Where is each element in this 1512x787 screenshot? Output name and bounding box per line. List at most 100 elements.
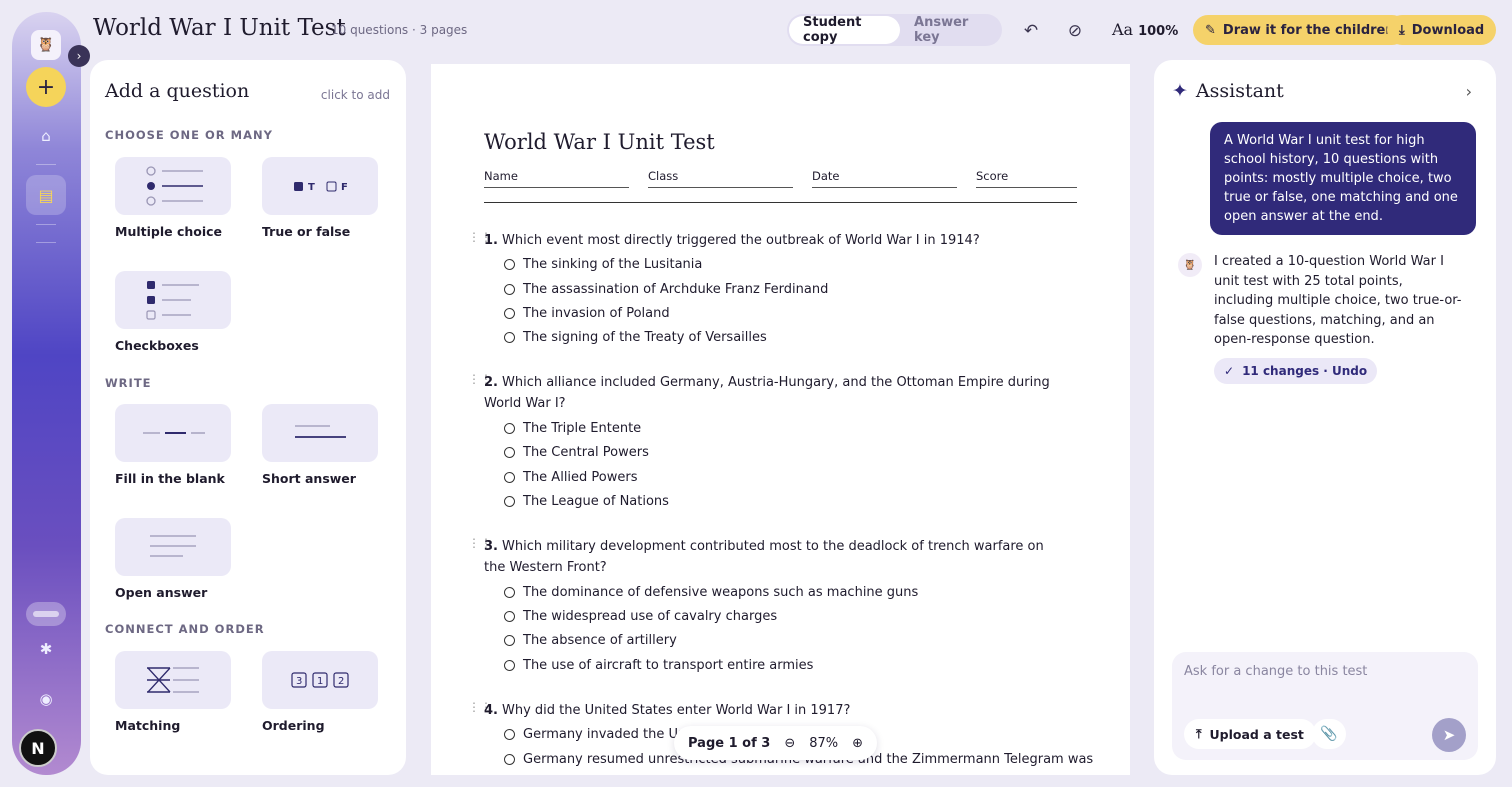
multiple-choice-thumbnail (115, 157, 231, 215)
upload-label: Upload a test (1209, 726, 1304, 742)
card-true-false[interactable]: T F True or false (262, 157, 378, 261)
page-title: World War I Unit Test (93, 15, 346, 41)
paperclip-icon[interactable]: 📎 (1312, 719, 1346, 749)
option[interactable]: The League of Nations (504, 494, 669, 509)
radio-icon (504, 472, 515, 483)
option-text: The Allied Powers (523, 470, 638, 485)
option[interactable]: The sinking of the Lusitania (504, 257, 702, 272)
assistant-title: Assistant (1195, 80, 1284, 102)
compass-icon[interactable]: ⊘ (1064, 20, 1086, 42)
card-checkboxes-label: Checkboxes (115, 338, 199, 353)
user-message: A World War I unit test for high school … (1210, 122, 1476, 235)
field-date: Date (812, 169, 957, 188)
card-short-answer-label: Short answer (262, 471, 356, 486)
option[interactable]: The widespread use of cavalry charges (504, 609, 777, 624)
radio-icon (504, 587, 515, 598)
question-text: Which alliance included Germany, Austria… (484, 375, 1050, 411)
option[interactable]: The invasion of Poland (504, 306, 670, 321)
card-matching[interactable]: Matching (115, 651, 231, 755)
question-2[interactable]: 2. Which alliance included Germany, Austr… (484, 372, 1064, 414)
test-document: World War I Unit Test Name Class Date Sc… (431, 64, 1130, 775)
option-text: The assassination of Archduke Franz Ferd… (523, 282, 829, 297)
option[interactable]: The use of aircraft to transport entire … (504, 658, 813, 673)
question-1[interactable]: 1. Which event most directly triggered th… (484, 230, 1064, 251)
tf-true-text: T (308, 182, 315, 193)
download-button[interactable]: ⤓ Download (1387, 15, 1497, 45)
option[interactable]: The absence of artillery (504, 633, 677, 648)
option-text: The invasion of Poland (523, 306, 670, 321)
expand-rail-chevron-icon[interactable]: › (68, 45, 90, 67)
question-number: 2. (484, 375, 498, 390)
option[interactable]: The signing of the Treaty of Versailles (504, 330, 767, 345)
zoom-out-icon[interactable]: ⊖ (784, 736, 795, 751)
draw-for-children-button[interactable]: ✎ Draw it for the children (1193, 15, 1407, 45)
collapse-chevron-icon[interactable]: › (1466, 82, 1472, 101)
radio-icon (504, 447, 515, 458)
ordering-graphic: 3 1 2 (291, 672, 349, 688)
card-ordering-label: Ordering (262, 718, 325, 733)
text-zoom[interactable]: Aa 100% (1112, 20, 1178, 39)
zoom-level: 87% (809, 735, 839, 751)
option[interactable]: The Allied Powers (504, 470, 638, 485)
checkboxes-graphic (146, 281, 199, 320)
owl-logo-icon[interactable]: 🦉 (31, 30, 61, 60)
question-text: Which event most directly triggered the … (501, 233, 980, 248)
field-name: Name (484, 169, 629, 188)
fill-blank-graphic (143, 432, 205, 434)
radio-icon (504, 660, 515, 671)
card-multiple-choice[interactable]: Multiple choice (115, 157, 231, 261)
card-short-answer[interactable]: Short answer (262, 404, 378, 508)
option[interactable]: The assassination of Archduke Franz Ferd… (504, 282, 828, 297)
card-fill-in-blank[interactable]: Fill in the blank (115, 404, 231, 508)
undo-icon[interactable]: ↶ (1020, 20, 1042, 42)
option[interactable]: The dominance of defensive weapons such … (504, 585, 918, 600)
ordering-num-2: 1 (317, 676, 323, 687)
chat-input[interactable] (1184, 664, 1464, 679)
option-text: The Triple Entente (523, 421, 642, 436)
question-4[interactable]: 4. Why did the United States enter World … (484, 700, 1064, 721)
question-text: Why did the United States enter World Wa… (501, 703, 851, 718)
option-text: The use of aircraft to transport entire … (523, 658, 814, 673)
option[interactable]: Germany invaded the Uni (504, 727, 690, 742)
assistant-panel: ✦ Assistant › A World War I unit test fo… (1154, 60, 1496, 775)
option-text: The widespread use of cavalry charges (523, 609, 778, 624)
home-icon[interactable]: ⌂ (35, 125, 57, 147)
avatar[interactable]: N (19, 729, 57, 767)
upload-test-button[interactable]: ⤒ Upload a test (1184, 719, 1316, 749)
page-indicator: Page 1 of 3 (688, 735, 771, 751)
palette-hint: click to add (320, 88, 390, 102)
question-3[interactable]: 3. Which military development contributed… (484, 536, 1064, 578)
open-answer-graphic (150, 535, 196, 557)
option[interactable]: The Triple Entente (504, 421, 641, 436)
question-number: 4. (484, 703, 498, 718)
tests-clipboard-icon[interactable]: ▤ (26, 175, 66, 215)
profile-icon[interactable]: ◉ (35, 688, 57, 710)
card-ordering[interactable]: 3 1 2 Ordering (262, 651, 378, 755)
option-text: The sinking of the Lusitania (523, 257, 703, 272)
changes-undo-button[interactable]: ✓ 11 changes · Undo (1214, 358, 1378, 384)
tab-answer-key[interactable]: Answer key (900, 15, 1000, 45)
radio-icon (504, 308, 515, 319)
card-open-answer[interactable]: Open answer (115, 518, 231, 622)
new-item-plus-button[interactable]: + (26, 67, 66, 107)
sparkle-icon: ✦ (1172, 80, 1188, 102)
zoom-in-icon[interactable]: ⊕ (852, 736, 863, 751)
matching-thumbnail (115, 651, 231, 709)
assistant-avatar-icon: 🦉 (1178, 253, 1202, 277)
rail-divider (36, 224, 56, 225)
draw-button-label: Draw it for the children (1222, 22, 1395, 38)
card-checkboxes[interactable]: Checkboxes (115, 271, 231, 375)
multiple-choice-graphic (146, 166, 203, 206)
bug-icon[interactable]: ✱ (35, 638, 57, 660)
ordering-thumbnail: 3 1 2 (262, 651, 378, 709)
tab-student-copy[interactable]: Student copy (789, 15, 901, 45)
copy-toggle: Student copy Answer key (787, 14, 1002, 46)
ordering-num-3: 2 (338, 676, 344, 687)
rail-toggle-pill[interactable] (26, 602, 66, 626)
radio-icon (504, 729, 515, 740)
send-icon[interactable]: ➤ (1432, 718, 1466, 752)
section-choose: CHOOSE ONE OR MANY (105, 128, 273, 142)
option[interactable]: The Central Powers (504, 445, 649, 460)
radio-icon (504, 332, 515, 343)
radio-icon (504, 496, 515, 507)
